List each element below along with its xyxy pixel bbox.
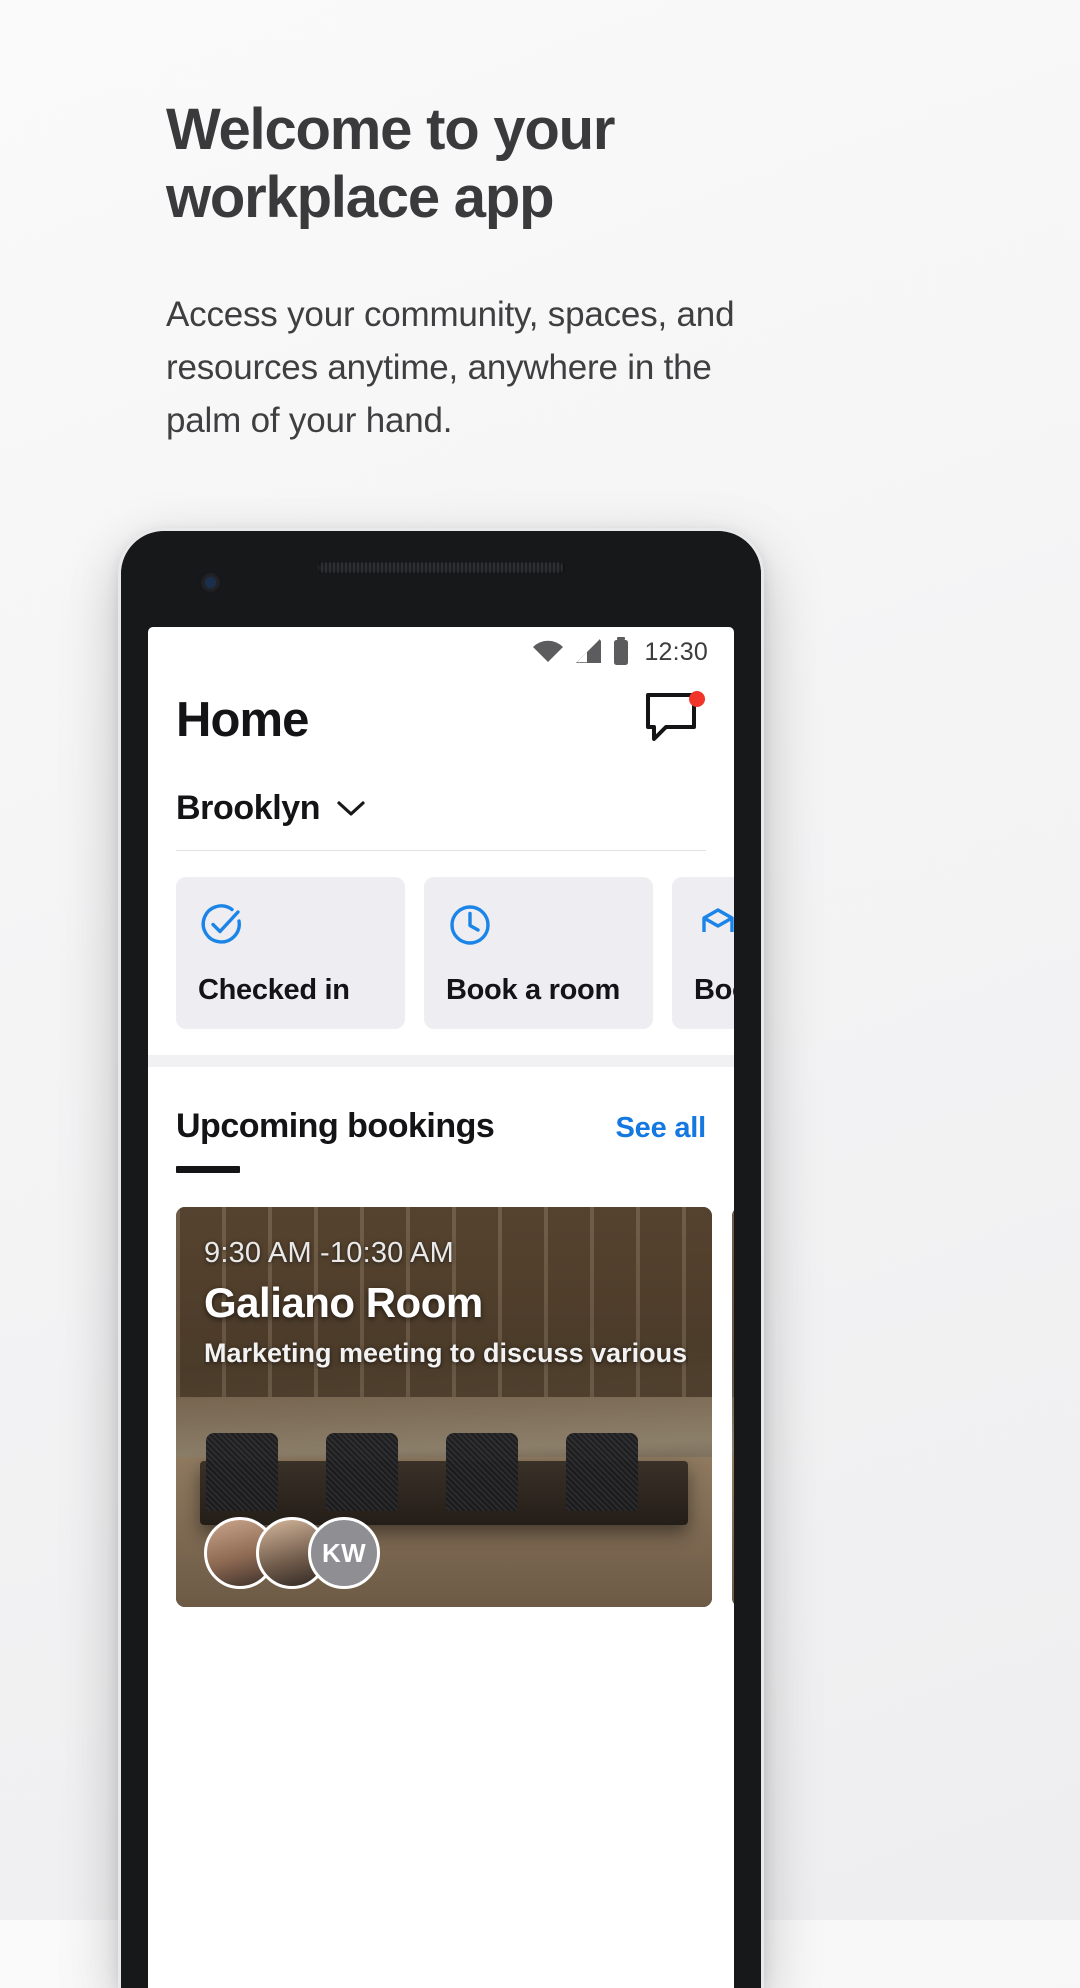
wifi-icon [533, 640, 564, 662]
booking-time: 9:30 AM -10:30 AM [204, 1237, 455, 1269]
room-photo-chair [566, 1433, 638, 1511]
booking-card-text: 9:30 AM -10:30 AM Galiano Room Marketing… [204, 1237, 688, 1369]
avatar[interactable]: KW [308, 1517, 380, 1589]
room-photo-chair [326, 1433, 398, 1511]
desk-icon [702, 908, 734, 932]
room-photo-chair [446, 1433, 518, 1511]
booking-description: Marketing meeting to discuss various... [204, 1338, 688, 1368]
booking-title: Galiano Room [204, 1279, 483, 1326]
phone-mockup: 12:30 Home Brooklyn Checked in Book a ro… [118, 528, 764, 1988]
section-title-underline [176, 1166, 240, 1173]
promo-block: Welcome to your workplace app Access you… [166, 96, 866, 447]
upcoming-bookings-header: Upcoming bookings See all [148, 1067, 734, 1146]
promo-subtitle: Access your community, spaces, and resou… [166, 294, 735, 441]
notification-badge [689, 691, 705, 707]
location-name: Brooklyn [176, 789, 321, 827]
quick-actions-row[interactable]: Checked in Book a room Book a desk [148, 851, 734, 1055]
avatar-initials: KW [322, 1537, 366, 1568]
status-clock: 12:30 [644, 637, 708, 666]
battery-icon [614, 637, 629, 665]
room-photo-windows [732, 1207, 734, 1397]
clock-icon [450, 905, 490, 945]
power-button[interactable] [761, 851, 764, 939]
chat-button[interactable] [644, 691, 706, 749]
bookings-carousel[interactable]: 9:30 AM -10:30 AM Galiano Room Marketing… [148, 1173, 734, 1607]
section-separator [148, 1055, 734, 1067]
check-circle-icon [201, 904, 241, 944]
room-photo-floor [732, 1457, 734, 1607]
front-camera [199, 571, 222, 594]
quick-action-label: Book a room [446, 974, 620, 1006]
booking-card[interactable] [732, 1207, 734, 1607]
page-title: Welcome to your workplace app [166, 97, 615, 230]
see-all-link[interactable]: See all [616, 1112, 707, 1145]
booking-card[interactable]: 9:30 AM -10:30 AM Galiano Room Marketing… [176, 1207, 712, 1607]
status-bar: 12:30 [148, 627, 734, 677]
location-selector[interactable]: Brooklyn [148, 749, 734, 850]
room-photo-chair [206, 1433, 278, 1511]
quick-action-book-a-room[interactable]: Book a room [424, 877, 653, 1029]
screen-title: Home [176, 693, 309, 747]
quick-action-label: Book a desk [694, 974, 734, 1006]
chevron-down-icon [337, 800, 365, 816]
section-title: Upcoming bookings [176, 1107, 495, 1145]
phone-screen: 12:30 Home Brooklyn Checked in Book a ro… [148, 627, 734, 1988]
app-bar: Home [148, 677, 734, 749]
quick-action-book-a-desk[interactable]: Book a desk [672, 877, 734, 1029]
earpiece-speaker [317, 561, 565, 574]
quick-action-checked-in[interactable]: Checked in [176, 877, 405, 1029]
attendee-avatars[interactable]: KW [204, 1517, 380, 1589]
signal-icon [576, 639, 602, 663]
quick-action-label: Checked in [198, 974, 350, 1006]
